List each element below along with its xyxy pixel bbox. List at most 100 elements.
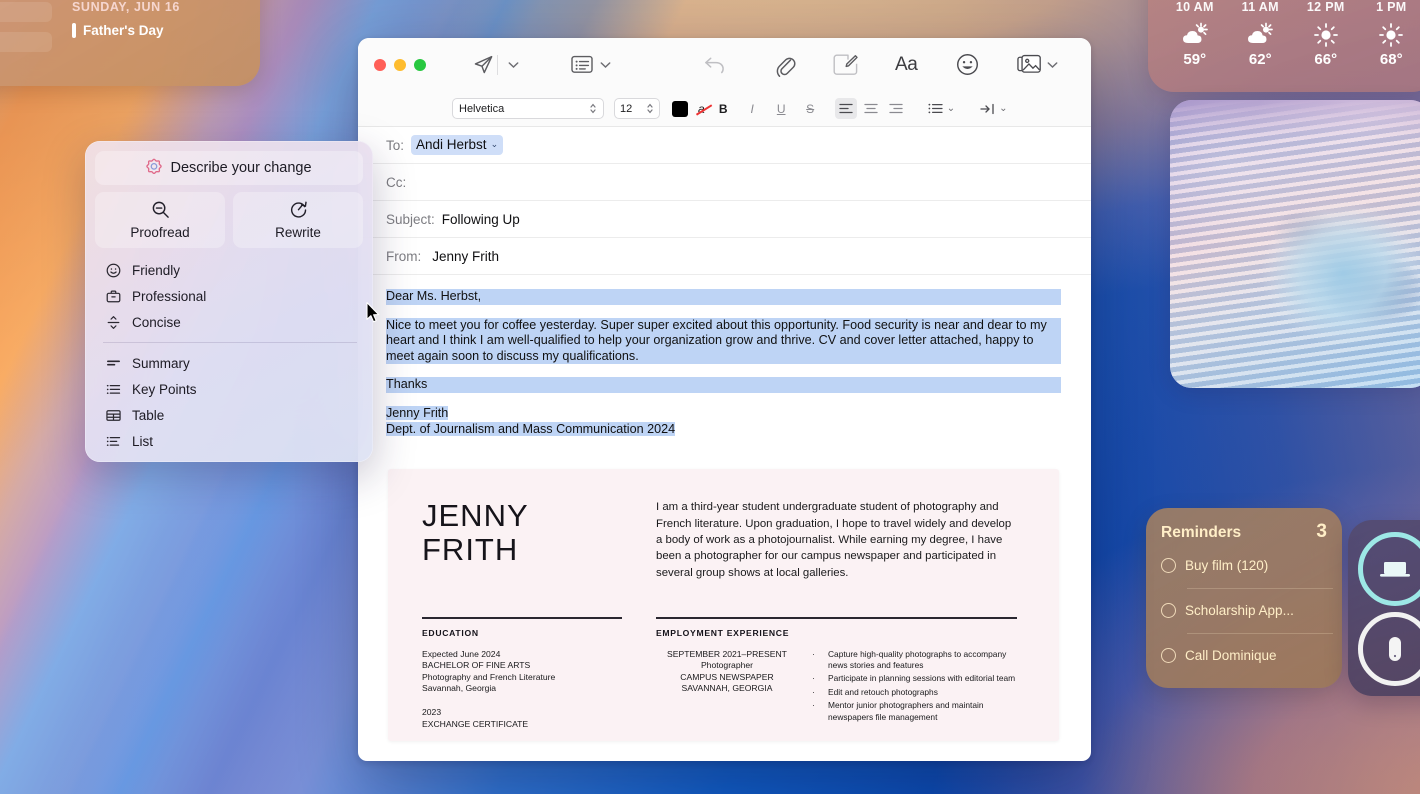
send-options-chevron-icon[interactable] xyxy=(508,61,519,69)
education-heading: EDUCATION xyxy=(422,628,622,638)
bold-button[interactable]: B xyxy=(713,98,734,119)
text-color-swatch[interactable] xyxy=(672,101,688,117)
stepper-icon[interactable] xyxy=(589,102,597,115)
indent-chevron-icon[interactable]: ⌄ xyxy=(999,103,1007,114)
signature-dept: Dept. of Journalism and Mass Communicati… xyxy=(386,422,675,436)
from-value: Jenny Frith xyxy=(432,249,499,264)
reminder-item[interactable]: Call Dominique xyxy=(1161,633,1327,678)
tone-options-list[interactable]: Friendly Professional xyxy=(95,248,363,454)
list-icon[interactable] xyxy=(925,98,946,119)
writing-tools-item-summary[interactable]: Summary xyxy=(97,350,363,376)
writing-tools-item-table[interactable]: Table xyxy=(97,402,363,428)
photos-icon[interactable] xyxy=(1017,54,1042,75)
markup-icon[interactable] xyxy=(833,54,858,76)
signature-name: Jenny Frith xyxy=(386,406,448,420)
describe-your-change-field[interactable]: Describe your change xyxy=(95,151,363,185)
employment-location: SAVANNAH, GEORGIA xyxy=(656,683,798,695)
alignment-group[interactable] xyxy=(835,98,907,119)
bullet-text: Participate in planning sessions with ed… xyxy=(828,673,1015,684)
format-toolbar[interactable]: Helvetica 12 a B I U S xyxy=(358,91,1091,127)
format-icon[interactable]: Aa xyxy=(895,54,917,76)
strikethrough-button[interactable]: S xyxy=(800,98,821,119)
table-icon xyxy=(105,409,121,422)
header-fields-icon[interactable] xyxy=(571,55,593,74)
underline-button[interactable]: U xyxy=(771,98,792,119)
photos-chevron-icon[interactable] xyxy=(1047,61,1058,69)
reminders-widget[interactable]: Reminders 3 Buy film (120) Scholarship A… xyxy=(1146,508,1342,688)
weather-widget[interactable]: 10 AM 59° 11 AM xyxy=(1148,0,1420,92)
resume-attachment-preview[interactable]: JENNY FRITH I am a third-year student un… xyxy=(388,469,1059,741)
maximize-button[interactable] xyxy=(414,59,426,71)
writing-tools-item-friendly[interactable]: Friendly xyxy=(97,257,363,283)
undo-icon[interactable] xyxy=(703,54,726,75)
reminder-item[interactable]: Scholarship App... xyxy=(1161,588,1327,633)
send-icon[interactable] xyxy=(472,53,495,76)
summary-icon xyxy=(105,357,121,369)
body-paragraph: Nice to meet you for coffee yesterday. S… xyxy=(386,318,1061,365)
minimize-button[interactable] xyxy=(394,59,406,71)
mail-compose-window[interactable]: Aa xyxy=(358,38,1091,761)
window-titlebar: Aa xyxy=(358,38,1091,91)
resume-name: JENNY FRITH xyxy=(422,499,622,581)
email-body[interactable]: Dear Ms. Herbst, Nice to meet you for co… xyxy=(358,275,1091,741)
battery-widget[interactable] xyxy=(1348,520,1420,696)
calendar-event-title: Father's Day xyxy=(83,23,164,38)
weather-hour-temp: 68° xyxy=(1359,51,1420,68)
employment-role: Photographer xyxy=(656,660,798,672)
menu-divider xyxy=(103,342,357,343)
align-center-icon[interactable] xyxy=(860,98,882,119)
writing-tools-item-concise[interactable]: Concise xyxy=(97,309,363,335)
emoji-icon[interactable] xyxy=(956,53,979,76)
writing-tools-item-professional[interactable]: Professional xyxy=(97,283,363,309)
reminders-header: Reminders 3 xyxy=(1161,521,1327,543)
chevron-down-icon[interactable]: ⌄ xyxy=(491,139,499,150)
mouse-icon xyxy=(1385,634,1405,664)
to-field-row[interactable]: To: Andi Herbst ⌄ xyxy=(358,127,1091,164)
from-field-row[interactable]: From: Jenny Frith xyxy=(358,238,1091,275)
attach-icon[interactable] xyxy=(774,53,796,77)
font-family-select[interactable]: Helvetica xyxy=(452,98,604,119)
writing-tools-popover[interactable]: Describe your change Proofread xyxy=(85,141,373,462)
reminder-item[interactable]: Buy film (120) xyxy=(1161,543,1327,588)
recipient-chip-andi-herbst[interactable]: Andi Herbst ⌄ xyxy=(411,135,503,155)
rewrite-button[interactable]: Rewrite xyxy=(233,192,363,248)
employment-dates: SEPTEMBER 2021–PRESENT xyxy=(656,649,798,661)
cc-field-row[interactable]: Cc: xyxy=(358,164,1091,201)
header-fields-chevron-icon[interactable] xyxy=(600,61,611,69)
weather-hour-time: 1 PM xyxy=(1359,0,1420,14)
calendar-placeholder-block xyxy=(0,2,52,22)
weather-hour-time: 10 AM xyxy=(1162,0,1228,14)
align-left-icon[interactable] xyxy=(835,98,857,119)
list-chevron-icon[interactable]: ⌄ xyxy=(947,103,955,114)
traffic-light-buttons[interactable] xyxy=(374,59,426,71)
writing-tools-item-list[interactable]: List xyxy=(97,428,363,454)
email-body-text[interactable]: Dear Ms. Herbst, Nice to meet you for co… xyxy=(386,289,1061,437)
photo-widget[interactable] xyxy=(1170,100,1420,388)
item-label: Professional xyxy=(132,289,206,304)
mouse-battery-ring xyxy=(1358,612,1420,686)
highlight-icon[interactable]: a xyxy=(698,102,705,116)
friendly-face-icon xyxy=(105,263,121,278)
checkbox-circle-icon[interactable] xyxy=(1161,558,1176,573)
stepper-icon[interactable] xyxy=(646,102,654,115)
subject-field-row[interactable]: Subject: Following Up xyxy=(358,201,1091,238)
event-color-bar xyxy=(72,23,76,38)
proofread-button[interactable]: Proofread xyxy=(95,192,225,248)
item-label: Concise xyxy=(132,315,181,330)
writing-tools-cards[interactable]: Proofread Rewrite xyxy=(95,192,363,248)
calendar-widget[interactable]: SUNDAY, JUN 16 Father's Day xyxy=(0,0,260,86)
item-label: Summary xyxy=(132,356,190,371)
proofread-label: Proofread xyxy=(130,225,189,240)
calendar-event-row[interactable]: Father's Day xyxy=(72,23,260,38)
align-right-icon[interactable] xyxy=(885,98,907,119)
italic-button[interactable]: I xyxy=(742,98,763,119)
close-button[interactable] xyxy=(374,59,386,71)
checkbox-circle-icon[interactable] xyxy=(1161,648,1176,663)
employment-bullet: · Participate in planning sessions with … xyxy=(812,673,1017,684)
checkbox-circle-icon[interactable] xyxy=(1161,603,1176,618)
writing-tools-item-key-points[interactable]: Key Points xyxy=(97,376,363,402)
desktop: SUNDAY, JUN 16 Father's Day 10 AM 5 xyxy=(0,0,1420,794)
employment-org: CAMPUS NEWSPAPER xyxy=(656,672,798,684)
font-size-select[interactable]: 12 xyxy=(614,98,660,119)
indent-icon[interactable] xyxy=(977,98,998,119)
